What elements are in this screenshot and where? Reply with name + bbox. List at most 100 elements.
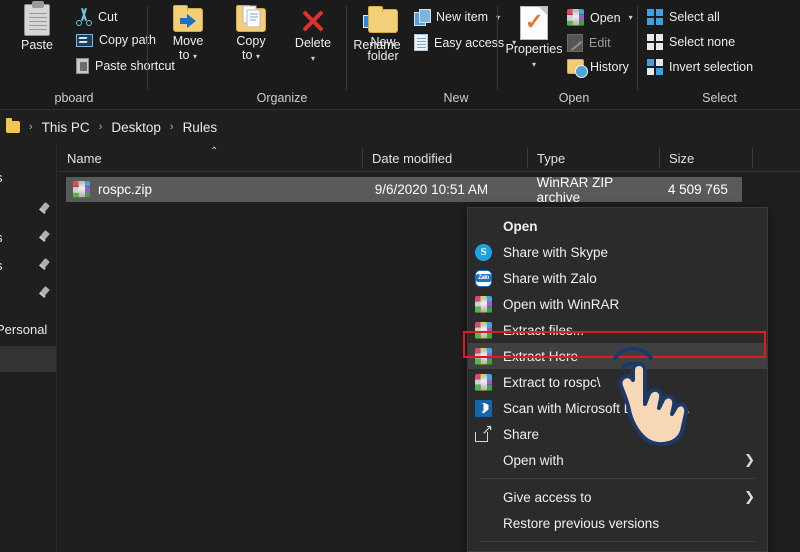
chevron-right-icon: ❯ — [744, 453, 767, 468]
context-menu-item-scan-with-defender[interactable]: Scan with Microsoft Defender... — [468, 395, 767, 421]
folder-icon — [6, 121, 20, 133]
context-menu-item-label: Scan with Microsoft Defender... — [503, 401, 767, 416]
chevron-right-icon: ❯ — [744, 490, 767, 505]
ribbon-toolbar: Paste Cut Copy path Paste shortcut pboar… — [0, 0, 800, 110]
winrar-icon — [475, 348, 492, 365]
copy-to-button[interactable]: Copyto ▾ — [220, 4, 282, 64]
zalo-icon: Zalo — [475, 270, 492, 287]
ribbon-group-open: Properties▾ Open ▾ Edit History Open — [499, 0, 637, 110]
new-item-button[interactable]: New item ▾ — [414, 9, 500, 25]
context-menu-item-restore-previous-versions[interactable]: Restore previous versions — [468, 510, 767, 536]
move-to-button[interactable]: Moveto ▾ — [157, 4, 219, 64]
delete-button[interactable]: Delete▾ — [282, 4, 344, 66]
new-item-icon — [414, 9, 430, 25]
ribbon-divider — [637, 6, 638, 90]
chevron-down-icon: ▾ — [532, 60, 536, 69]
select-none-button[interactable]: Select none — [647, 34, 735, 50]
file-size-cell: 4 509 765 — [668, 182, 742, 197]
move-to-button-label: Moveto ▾ — [173, 34, 204, 64]
column-header-size-label: Size — [669, 151, 694, 166]
paste-button[interactable]: Paste — [6, 4, 68, 52]
open-button[interactable]: Open ▾ — [567, 9, 633, 26]
column-header-type-label: Type — [537, 151, 565, 166]
table-row[interactable]: rospc.zip 9/6/2020 10:51 AM WinRAR ZIP a… — [66, 177, 742, 202]
copy-path-icon — [76, 34, 93, 47]
file-type-cell: WinRAR ZIP archive — [537, 175, 660, 205]
context-menu-item-give-access-to[interactable]: Give access to ❯ — [468, 484, 767, 510]
column-divider[interactable] — [752, 148, 753, 168]
file-date-cell: 9/6/2020 10:51 AM — [375, 182, 529, 197]
ribbon-group-clipboard: Paste Cut Copy path Paste shortcut pboar… — [0, 0, 148, 110]
new-folder-button[interactable]: Newfolder — [354, 4, 412, 63]
properties-button[interactable]: Properties▾ — [503, 4, 565, 72]
context-menu-item-open[interactable]: Open — [468, 213, 767, 239]
pin-icon[interactable] — [38, 231, 51, 244]
context-menu-item-label: Extract Here — [503, 349, 767, 364]
edit-button-label: Edit — [589, 36, 611, 50]
sidebar-item-4[interactable] — [0, 280, 57, 306]
context-menu-item-label: Share — [503, 427, 767, 442]
context-menu-item-label: Give access to — [503, 490, 733, 505]
defender-shield-icon — [475, 400, 492, 417]
invert-selection-button[interactable]: Invert selection — [647, 59, 753, 75]
scissors-icon — [76, 8, 92, 26]
sidebar-item-2[interactable]: s — [0, 224, 57, 250]
navigation-sidebar: s s s Personal — [0, 144, 57, 552]
chevron-down-icon: ▾ — [629, 13, 633, 22]
sidebar-item-1[interactable] — [0, 196, 57, 222]
column-header-size[interactable]: Size — [660, 144, 752, 172]
breadcrumb-item-this-pc[interactable]: This PC — [38, 118, 94, 137]
pin-icon[interactable] — [38, 203, 51, 216]
pin-icon[interactable] — [38, 287, 51, 300]
cut-button-label: Cut — [98, 10, 117, 24]
context-menu-item-share-with-skype[interactable]: S Share with Skype — [468, 239, 767, 265]
winrar-icon — [475, 322, 492, 339]
skype-icon: S — [475, 244, 492, 261]
column-header-type[interactable]: Type — [528, 144, 659, 172]
easy-access-button-label: Easy access — [434, 36, 504, 50]
select-all-button-label: Select all — [669, 10, 720, 24]
select-none-icon — [647, 34, 663, 50]
ribbon-group-select: Select all Select none Invert selection … — [639, 0, 800, 110]
edit-icon — [567, 34, 583, 52]
ribbon-group-clipboard-title: pboard — [0, 91, 148, 105]
move-to-folder-icon — [173, 8, 203, 32]
sidebar-item-label: Personal — [0, 322, 47, 337]
winrar-icon — [567, 9, 584, 26]
context-menu-item-share[interactable]: Share — [468, 421, 767, 447]
properties-icon — [520, 6, 548, 40]
context-menu-item-label: Extract to rospc\ — [503, 375, 767, 390]
sidebar-item-label: s — [0, 170, 3, 185]
properties-button-label: Properties▾ — [506, 42, 563, 72]
address-bar[interactable]: › This PC › Desktop › Rules — [0, 110, 800, 144]
sidebar-item-selected[interactable] — [0, 346, 57, 372]
breadcrumb-item-rules[interactable]: Rules — [179, 118, 222, 137]
copy-path-button[interactable]: Copy path — [76, 33, 156, 47]
winrar-icon — [475, 374, 492, 391]
breadcrumb-item-desktop[interactable]: Desktop — [107, 118, 165, 137]
select-all-button[interactable]: Select all — [647, 9, 720, 25]
context-menu-item-extract-to-folder[interactable]: Extract to rospc\ — [468, 369, 767, 395]
history-button-label: History — [590, 60, 629, 74]
file-explorer-window: Paste Cut Copy path Paste shortcut pboar… — [0, 0, 800, 552]
sidebar-item-personal[interactable]: Personal — [0, 316, 57, 342]
context-menu-item-label: Open with WinRAR — [503, 297, 767, 312]
column-header-date-modified[interactable]: Date modified — [363, 144, 527, 172]
history-button[interactable]: History — [567, 59, 629, 74]
context-menu-item-extract-here[interactable]: Extract Here — [468, 343, 767, 369]
context-menu-item-open-with[interactable]: Open with ❯ — [468, 447, 767, 473]
sidebar-item-0[interactable]: s — [0, 164, 57, 190]
cut-button[interactable]: Cut — [76, 8, 117, 26]
ribbon-divider — [497, 6, 498, 90]
sidebar-item-3[interactable]: s — [0, 252, 57, 278]
clipboard-icon — [24, 4, 50, 36]
context-menu-item-send-to[interactable]: Send to ❯ — [468, 547, 767, 552]
context-menu-item-share-with-zalo[interactable]: Zalo Share with Zalo — [468, 265, 767, 291]
winrar-icon — [73, 181, 90, 198]
pin-icon[interactable] — [38, 259, 51, 272]
context-menu-item-open-with-winrar[interactable]: Open with WinRAR — [468, 291, 767, 317]
delete-x-icon — [300, 8, 326, 34]
paste-button-label: Paste — [21, 38, 53, 52]
context-menu-item-label: Restore previous versions — [503, 516, 767, 531]
context-menu-item-extract-files[interactable]: Extract files... — [468, 317, 767, 343]
